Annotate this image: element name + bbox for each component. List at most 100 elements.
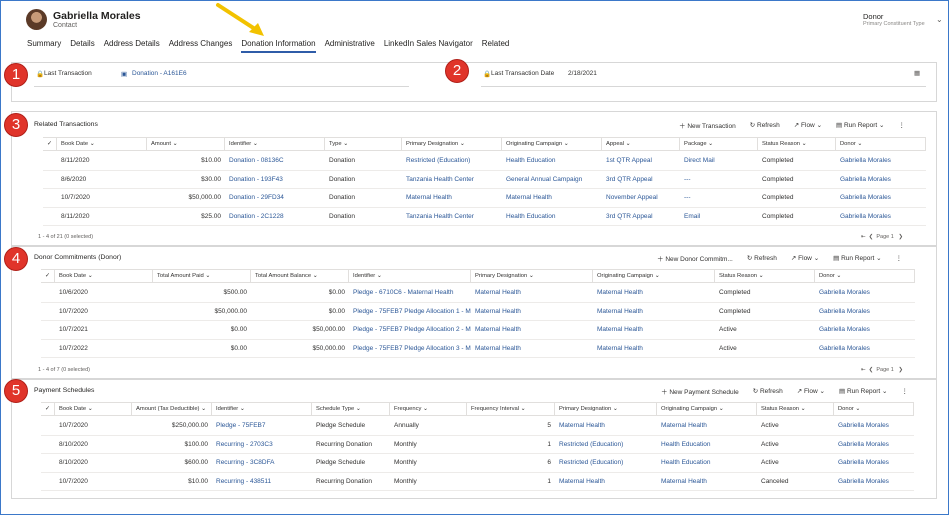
more-commands-icon[interactable]: ⋮: [896, 254, 903, 262]
cell-identifier[interactable]: Pledge - 75FEB7 Pledge Allocation 1 - Ma: [349, 308, 471, 315]
column-header[interactable]: Amount ⌄: [147, 138, 225, 150]
column-header[interactable]: Appeal ⌄: [602, 138, 680, 150]
avatar[interactable]: [26, 9, 47, 30]
last-transaction-link[interactable]: Donation - A161E6: [132, 70, 187, 77]
cell-donor[interactable]: Gabriella Morales: [836, 194, 926, 201]
column-header[interactable]: Originating Campaign ⌄: [502, 138, 602, 150]
column-header[interactable]: Total Amount Paid ⌄: [153, 270, 251, 282]
column-header[interactable]: Identifier ⌄: [212, 403, 312, 415]
cell-identifier[interactable]: Recurring - 438511: [212, 478, 312, 485]
cell-identifier[interactable]: Recurring - 3C8DFA: [212, 459, 312, 466]
cell-donor[interactable]: Gabriella Morales: [836, 157, 926, 164]
command-new-payment-schedule[interactable]: ＋ New Payment Schedule: [661, 386, 739, 396]
cell-donor[interactable]: Gabriella Morales: [815, 289, 915, 296]
cell-donor[interactable]: Gabriella Morales: [834, 441, 914, 448]
table-row[interactable]: 10/7/2020 $10.00 Recurring - 438511 Recurri…: [41, 473, 914, 491]
cell-originating-campaign[interactable]: General Annual Campaign: [502, 176, 602, 183]
next-page-icon[interactable]: ❯: [898, 367, 903, 373]
command-run-report[interactable]: ▤ Run Report ⌄: [833, 254, 881, 262]
cell-identifier[interactable]: Donation - 2C1228: [225, 213, 325, 220]
column-header[interactable]: Package ⌄: [680, 138, 758, 150]
select-all-checkbox[interactable]: ✓: [41, 403, 55, 415]
table-row[interactable]: 10/7/2020 $50,000.00 Donation - 29FD34 Dona…: [43, 189, 926, 208]
tab-address-details[interactable]: Address Details: [104, 39, 160, 53]
column-header[interactable]: Primary Designation ⌄: [402, 138, 502, 150]
table-row[interactable]: 8/10/2020 $600.00 Recurring - 3C8DFA Pledge…: [41, 454, 914, 473]
column-header[interactable]: Identifier ⌄: [349, 270, 471, 282]
command-flow[interactable]: ↗ Flow ⌄: [791, 254, 819, 262]
cell-package[interactable]: ---: [680, 194, 758, 201]
cell-originating-campaign[interactable]: Health Education: [657, 441, 757, 448]
more-commands-icon[interactable]: ⋮: [901, 387, 908, 395]
cell-donor[interactable]: Gabriella Morales: [836, 176, 926, 183]
column-header[interactable]: Primary Designation ⌄: [471, 270, 593, 282]
column-header[interactable]: Book Date ⌄: [55, 403, 132, 415]
column-header[interactable]: Originating Campaign ⌄: [657, 403, 757, 415]
cell-originating-campaign[interactable]: Maternal Health: [593, 345, 715, 352]
table-row[interactable]: 10/6/2020 $500.00 $0.00 Pledge - 6710C6 - M…: [41, 284, 915, 303]
prev-page-icon[interactable]: ❮: [869, 367, 874, 373]
last-transaction-date-value[interactable]: 2/18/2021: [568, 70, 597, 77]
cell-originating-campaign[interactable]: Health Education: [657, 459, 757, 466]
cell-primary-designation[interactable]: Restricted (Education): [555, 441, 657, 448]
column-header[interactable]: Donor ⌄: [815, 270, 915, 282]
cell-identifier[interactable]: Donation - 08136C: [225, 157, 325, 164]
command-refresh[interactable]: ↻ Refresh: [750, 121, 780, 129]
first-page-icon[interactable]: ⇤: [861, 234, 866, 240]
cell-identifier[interactable]: Pledge - 75FEB7: [212, 422, 312, 429]
cell-package[interactable]: Email: [680, 213, 758, 220]
tab-donation-information[interactable]: Donation Information: [241, 39, 316, 53]
cell-primary-designation[interactable]: Maternal Health: [402, 194, 502, 201]
command-run-report[interactable]: ▤ Run Report ⌄: [836, 121, 884, 129]
table-row[interactable]: 8/10/2020 $100.00 Recurring - 2703C3 Recurr…: [41, 436, 914, 454]
cell-originating-campaign[interactable]: Maternal Health: [593, 326, 715, 333]
cell-primary-designation[interactable]: Maternal Health: [471, 345, 593, 352]
tab-summary[interactable]: Summary: [27, 39, 61, 53]
cell-appeal[interactable]: November Appeal: [602, 194, 680, 201]
cell-identifier[interactable]: Recurring - 2703C3: [212, 441, 312, 448]
tab-address-changes[interactable]: Address Changes: [169, 39, 233, 53]
table-row[interactable]: 10/7/2020 $250,000.00 Pledge - 75FEB7 Pledg…: [41, 417, 914, 436]
column-header[interactable]: Frequency ⌄: [390, 403, 467, 415]
table-row[interactable]: 10/7/2020 $50,000.00 $0.00 Pledge - 75FEB7 …: [41, 303, 915, 321]
cell-donor[interactable]: Gabriella Morales: [815, 326, 915, 333]
cell-donor[interactable]: Gabriella Morales: [815, 308, 915, 315]
cell-primary-designation[interactable]: Maternal Health: [471, 326, 593, 333]
tab-details[interactable]: Details: [70, 39, 94, 53]
column-header[interactable]: Status Reason ⌄: [715, 270, 815, 282]
tab-administrative[interactable]: Administrative: [325, 39, 375, 53]
cell-identifier[interactable]: Pledge - 75FEB7 Pledge Allocation 3 - Ma: [349, 345, 471, 352]
tab-related[interactable]: Related: [482, 39, 510, 53]
cell-originating-campaign[interactable]: Maternal Health: [657, 478, 757, 485]
cell-appeal[interactable]: 1st QTR Appeal: [602, 157, 680, 164]
column-header[interactable]: Status Reason ⌄: [758, 138, 836, 150]
cell-primary-designation[interactable]: Maternal Health: [555, 422, 657, 429]
column-header[interactable]: Schedule Type ⌄: [312, 403, 390, 415]
command-new-transaction[interactable]: ＋ New Transaction: [679, 120, 736, 130]
cell-identifier[interactable]: Pledge - 6710C6 - Maternal Health: [349, 289, 471, 296]
cell-identifier[interactable]: Pledge - 75FEB7 Pledge Allocation 2 - Ma: [349, 326, 471, 333]
cell-originating-campaign[interactable]: Health Education: [502, 213, 602, 220]
command-flow[interactable]: ↗ Flow ⌄: [794, 121, 822, 129]
cell-originating-campaign[interactable]: Maternal Health: [593, 308, 715, 315]
prev-page-icon[interactable]: ❮: [869, 234, 874, 240]
table-row[interactable]: 8/11/2020 $10.00 Donation - 08136C Donation…: [43, 152, 926, 171]
cell-originating-campaign[interactable]: Maternal Health: [593, 289, 715, 296]
column-header[interactable]: Book Date ⌄: [55, 270, 153, 282]
column-header[interactable]: Total Amount Balance ⌄: [251, 270, 349, 282]
more-commands-icon[interactable]: ⋮: [899, 121, 906, 129]
select-all-checkbox[interactable]: ✓: [43, 138, 57, 150]
calendar-icon[interactable]: ▦: [914, 69, 920, 77]
table-row[interactable]: 10/7/2022 $0.00 $50,000.00 Pledge - 75FEB7 …: [41, 340, 915, 358]
cell-package[interactable]: Direct Mail: [680, 157, 758, 164]
cell-originating-campaign[interactable]: Health Education: [502, 157, 602, 164]
column-header[interactable]: Donor ⌄: [834, 403, 914, 415]
command-refresh[interactable]: ↻ Refresh: [753, 387, 783, 395]
select-all-checkbox[interactable]: ✓: [41, 270, 55, 282]
cell-primary-designation[interactable]: Maternal Health: [471, 289, 593, 296]
column-header[interactable]: Primary Designation ⌄: [555, 403, 657, 415]
cell-primary-designation[interactable]: Maternal Health: [471, 308, 593, 315]
cell-identifier[interactable]: Donation - 193F43: [225, 176, 325, 183]
cell-donor[interactable]: Gabriella Morales: [815, 345, 915, 352]
column-header[interactable]: Status Reason ⌄: [757, 403, 834, 415]
